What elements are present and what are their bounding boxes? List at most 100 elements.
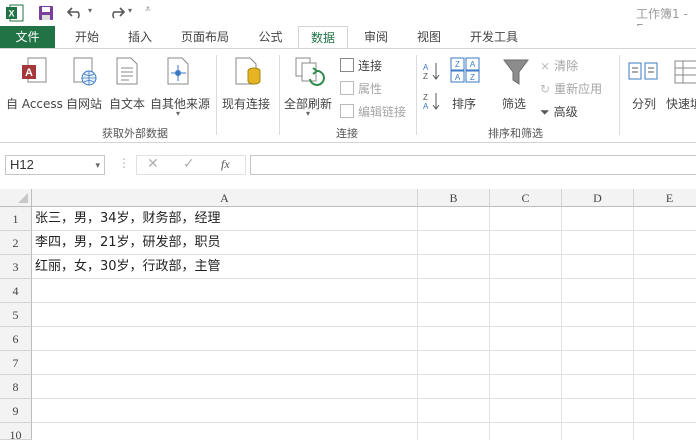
advanced-filter-label: 高级	[553, 105, 578, 119]
gridline	[633, 207, 634, 440]
tab-page-layout[interactable]: 页面布局	[170, 26, 240, 48]
chevron-down-icon: ▾	[176, 109, 181, 118]
customize-qat-icon[interactable]: ⩡	[145, 4, 151, 15]
gridline	[489, 207, 490, 440]
from-text-button[interactable]: 自文本	[107, 55, 149, 115]
svg-text:Z: Z	[423, 93, 428, 102]
formula-input[interactable]	[250, 155, 696, 175]
svg-text:A: A	[470, 60, 476, 69]
connections-icon	[340, 58, 354, 72]
edit-links-button[interactable]: 编辑链接	[340, 103, 406, 120]
cell-a2[interactable]: 李四，男，21岁，研发部，职员	[35, 231, 221, 255]
tab-home[interactable]: 开始	[62, 26, 112, 48]
advanced-filter-button[interactable]: ⏷ 高级	[540, 103, 578, 120]
name-box[interactable]: H12 ▾	[5, 155, 105, 175]
row-header[interactable]: 6	[0, 327, 32, 351]
text-to-columns-label: 分列	[632, 97, 657, 111]
gridline	[561, 207, 562, 440]
column-header-b[interactable]: B	[418, 189, 490, 207]
svg-text:X: X	[8, 9, 14, 19]
row-header[interactable]: 4	[0, 279, 32, 303]
tab-file[interactable]: 文件	[0, 26, 55, 48]
cancel-icon[interactable]: ✕	[147, 156, 159, 172]
row-header[interactable]: 1	[0, 207, 32, 231]
row-header[interactable]: 2	[0, 231, 32, 255]
refresh-icon	[295, 57, 325, 86]
formula-buttons: ✕ ✓ fx	[136, 155, 246, 175]
from-access-button[interactable]: A 自 Access	[4, 55, 63, 115]
svg-text:A: A	[423, 63, 429, 72]
ribbon-separator	[416, 55, 417, 135]
column-header-c[interactable]: C	[490, 189, 562, 207]
properties-label: 属性	[358, 82, 383, 96]
tab-formulas[interactable]: 公式	[248, 26, 293, 48]
reapply-button[interactable]: ↻ 重新应用	[540, 80, 602, 97]
sort-az-icon: A Z	[423, 63, 440, 81]
select-all-corner[interactable]	[0, 189, 32, 207]
row-header[interactable]: 9	[0, 399, 32, 423]
tab-insert[interactable]: 插入	[115, 26, 165, 48]
name-box-dropdown-icon[interactable]: ▾	[95, 156, 100, 174]
column-header-d[interactable]: D	[562, 189, 634, 207]
tab-view[interactable]: 视图	[405, 26, 453, 48]
filter-label: 筛选	[502, 97, 527, 111]
from-other-sources-button[interactable]: 自其他来源 ▾	[150, 55, 212, 125]
redo-icon[interactable]	[106, 4, 126, 20]
properties-button[interactable]: 属性	[340, 80, 382, 97]
access-icon: A	[22, 57, 47, 83]
chevron-down-icon: ▾	[306, 109, 311, 118]
sort-ascending-button[interactable]: A Z	[423, 61, 441, 81]
gridline	[32, 302, 696, 303]
cell-a1[interactable]: 张三，男，34岁，财务部，经理	[35, 207, 221, 231]
ribbon-separator	[619, 55, 620, 135]
undo-icon[interactable]	[66, 4, 86, 20]
group-label-get-external-data: 获取外部数据	[102, 127, 168, 140]
flash-fill-button[interactable]: 快速填	[664, 55, 696, 115]
filter-button[interactable]: 筛选	[498, 55, 534, 115]
clear-filter-button[interactable]: ⨯ 清除	[540, 57, 578, 74]
existing-connections-button[interactable]: 现有连接	[220, 55, 276, 115]
insert-function-icon[interactable]: fx	[221, 157, 230, 172]
save-icon[interactable]	[38, 5, 54, 21]
tab-data[interactable]: 数据	[298, 26, 348, 49]
sort-button[interactable]: Z A A Z 排序	[448, 55, 484, 115]
flash-fill-icon	[674, 60, 696, 84]
reapply-icon: ↻	[540, 82, 551, 96]
enter-icon[interactable]: ✓	[183, 156, 195, 172]
row-header[interactable]: 10	[0, 423, 32, 442]
gridline	[32, 398, 696, 399]
row-header[interactable]: 3	[0, 255, 32, 279]
svg-text:A: A	[423, 102, 429, 111]
web-globe-icon	[73, 57, 97, 86]
tab-developer[interactable]: 开发工具	[460, 26, 528, 48]
refresh-all-button[interactable]: 全部刷新 ▾	[284, 55, 336, 125]
edit-links-icon	[340, 104, 354, 118]
from-web-label: 自网站	[66, 97, 103, 111]
reapply-label: 重新应用	[554, 82, 603, 96]
undo-dropdown-icon[interactable]: ▾	[88, 6, 92, 15]
column-header-a[interactable]: A	[32, 189, 418, 207]
from-web-button[interactable]: 自网站	[64, 55, 106, 115]
from-access-label: 自 Access	[6, 97, 63, 111]
row-header[interactable]: 7	[0, 351, 32, 375]
cell-a3[interactable]: 红丽，女，30岁，行政部，主管	[35, 255, 221, 279]
redo-dropdown-icon[interactable]: ▾	[128, 6, 132, 15]
row-header[interactable]: 8	[0, 375, 32, 399]
flash-fill-label: 快速填	[666, 97, 696, 111]
formula-bar-grip-icon: ⋮	[118, 156, 130, 170]
column-header-e[interactable]: E	[634, 189, 696, 207]
connections-label: 连接	[358, 59, 383, 73]
other-sources-icon	[167, 57, 189, 85]
text-to-columns-button[interactable]: 分列	[626, 55, 660, 115]
sort-descending-button[interactable]: Z A	[423, 91, 441, 111]
ribbon: A 自 Access 自网站 自文本 自其他来源 ▾ 现有连接 获取外部数据 全…	[0, 48, 696, 143]
gridline	[32, 422, 696, 423]
svg-text:Z: Z	[455, 60, 460, 69]
tab-review[interactable]: 审阅	[352, 26, 400, 48]
row-header[interactable]: 5	[0, 303, 32, 327]
connections-button[interactable]: 连接	[340, 57, 382, 74]
edit-links-label: 编辑链接	[358, 105, 407, 119]
group-label-connections: 连接	[336, 127, 358, 140]
text-file-icon	[116, 57, 138, 85]
ribbon-separator	[216, 55, 217, 135]
